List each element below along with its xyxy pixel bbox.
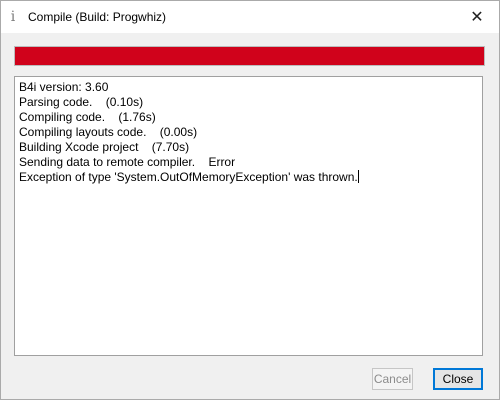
log-line-compiling: Compiling code. (1.76s) [19, 110, 156, 124]
log-line-version: B4i version: 3.60 [19, 80, 109, 94]
title-bar[interactable]: i Compile (Build: Progwhiz) ✕ [1, 1, 499, 33]
close-icon[interactable]: ✕ [463, 3, 491, 31]
log-line-layouts: Compiling layouts code. (0.00s) [19, 125, 198, 139]
log-line-sending: Sending data to remote compiler. Error [19, 155, 236, 169]
log-line-parsing: Parsing code. (0.10s) [19, 95, 144, 109]
compile-dialog: i Compile (Build: Progwhiz) ✕ B4i versio… [0, 0, 500, 400]
window-title: Compile (Build: Progwhiz) [28, 10, 167, 24]
close-button[interactable]: Close [433, 368, 483, 390]
progress-fill [15, 47, 484, 65]
log-line-xcode: Building Xcode project (7.70s) [19, 140, 190, 154]
compile-progress-bar [14, 46, 485, 66]
log-line-exception: Exception of type 'System.OutOfMemoryExc… [19, 170, 478, 185]
info-icon: i [10, 9, 16, 25]
compile-log-output[interactable]: B4i version: 3.60 Parsing code. (0.10s) … [14, 76, 483, 356]
log-line-exception-text: Exception of type 'System.OutOfMemoryExc… [19, 170, 358, 184]
text-caret [357, 170, 359, 183]
cancel-button[interactable]: Cancel [372, 368, 413, 390]
